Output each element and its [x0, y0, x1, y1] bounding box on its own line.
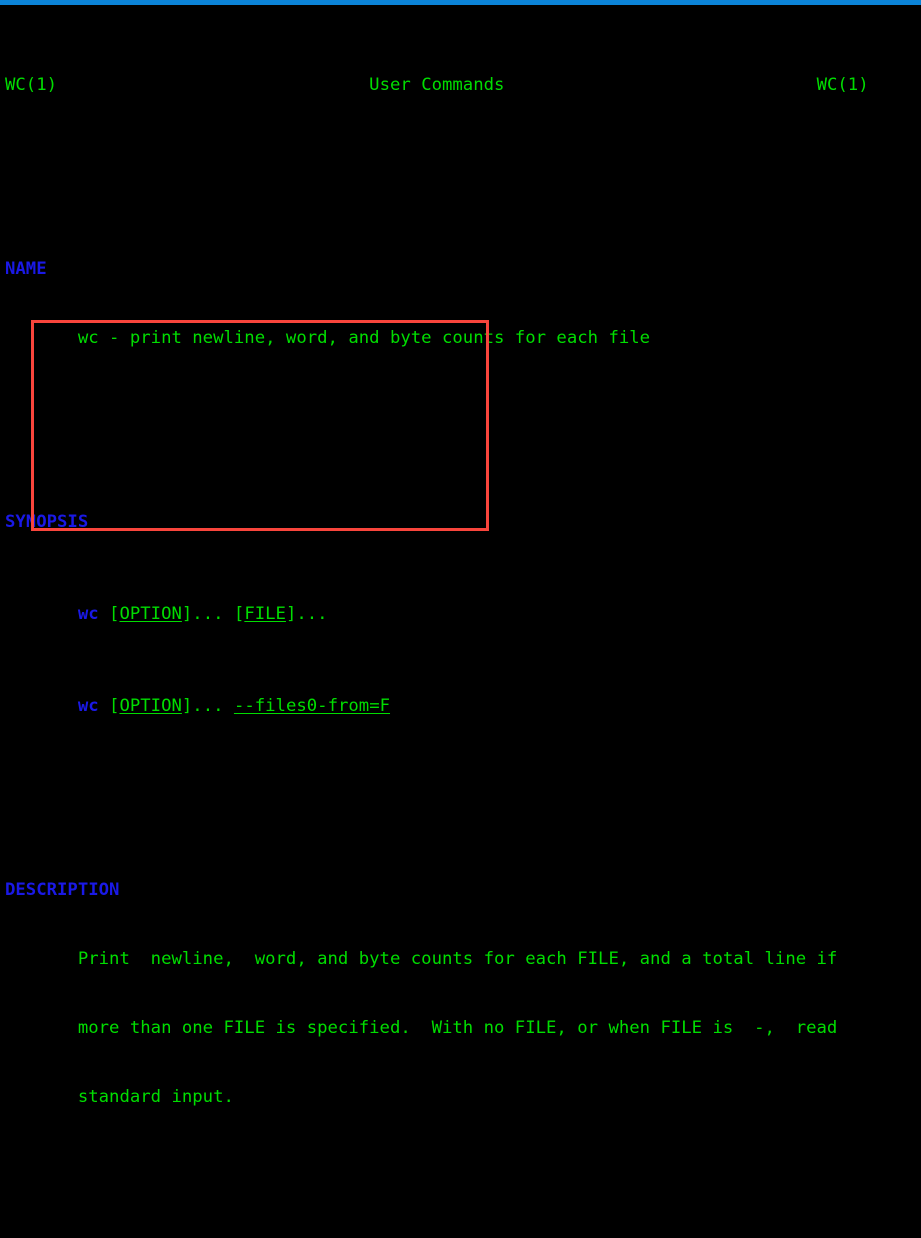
section-title-synopsis: SYNOPSIS	[5, 512, 89, 532]
synopsis-option-token-2: OPTION	[119, 696, 182, 716]
man-header-center: User Commands	[369, 75, 505, 95]
name-body: wc - print newline, word, and byte count…	[5, 328, 651, 348]
synopsis-indent-2	[5, 696, 78, 716]
section-heading-description: DESCRIPTION	[0, 879, 921, 902]
synopsis-text-1c: ]...	[285, 604, 328, 624]
synopsis-text-2b: ]...	[181, 696, 234, 716]
synopsis-text-1b: ]... [	[181, 604, 245, 624]
section-heading-name: NAME	[0, 258, 921, 281]
man-header-spacer-2	[504, 75, 816, 95]
section-title-name: NAME	[5, 259, 47, 279]
synopsis-command-1: wc	[77, 604, 99, 624]
synopsis-line-2: wc [OPTION]... --files0-from=F	[0, 695, 921, 718]
description-body-line-1: Print newline, word, and byte counts for…	[5, 949, 838, 969]
man-page-content: WC(1) User Commands WC(1) NAME wc - prin…	[0, 5, 921, 1107]
synopsis-command-2: wc	[77, 696, 99, 716]
synopsis-option-token: OPTION	[119, 604, 182, 624]
synopsis-indent-1	[5, 604, 78, 624]
synopsis-file-token: FILE	[244, 604, 286, 624]
description-body-line-3: standard input.	[5, 1087, 234, 1107]
man-header-spacer-1	[57, 75, 369, 95]
section-title-description: DESCRIPTION	[5, 880, 120, 900]
man-header-right: WC(1)	[816, 75, 869, 95]
description-body-line-2: more than one FILE is specified. With no…	[5, 1018, 838, 1038]
synopsis-text-2a: [	[98, 696, 120, 716]
synopsis-files0-from-token: --files0-from=F	[233, 696, 391, 716]
section-heading-synopsis: SYNOPSIS	[0, 511, 921, 534]
man-header-left: WC(1)	[5, 75, 58, 95]
synopsis-line-1: wc [OPTION]... [FILE]...	[0, 603, 921, 626]
man-header-row: WC(1) User Commands WC(1)	[0, 74, 921, 97]
synopsis-text-1a: [	[98, 604, 120, 624]
